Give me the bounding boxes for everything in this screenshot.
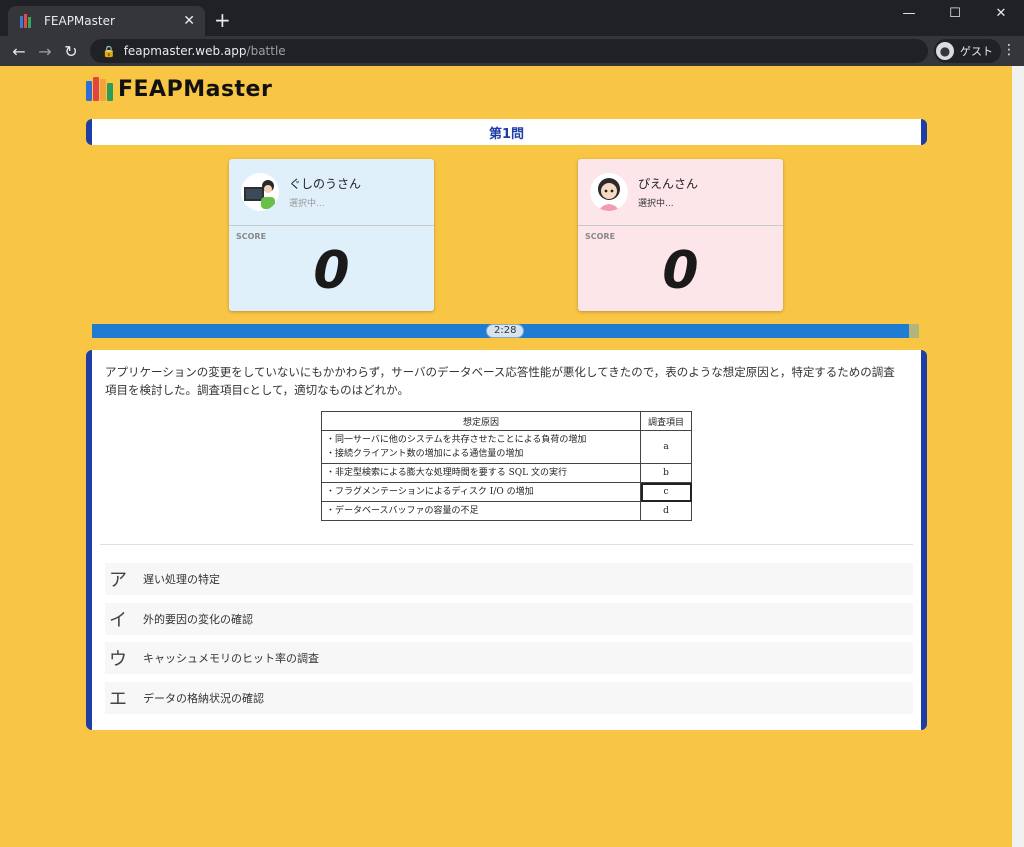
item-cell: d (640, 501, 692, 521)
table-header: 調査項目 (640, 411, 692, 431)
item-cell: b (640, 463, 692, 483)
question-text: アプリケーションの変更をしていないにもかかわらず，サーバのデータベース応答性能が… (105, 365, 895, 397)
browser-chrome: FEAPMaster ✕ + — ☐ ✕ ← → ↻ 🔒 feapmaster.… (0, 0, 1024, 66)
score-label: SCORE (585, 232, 616, 241)
favicon-icon (20, 14, 34, 28)
cause-cell: ・非定型検索による膨大な処理時間を要する SQL 文の実行 (321, 463, 641, 483)
choice-text: データの格納状況の確認 (143, 692, 264, 705)
choice-letter: ア (109, 570, 127, 591)
item-cell: a (640, 430, 692, 464)
timer-text: 2:28 (486, 324, 525, 338)
item-cell-highlighted: c (640, 482, 692, 502)
lock-icon: 🔒 (102, 44, 116, 58)
table-row: ・同一サーバに他のシステムを共存させたことによる負荷の増加 ・接続クライアント数… (321, 430, 692, 464)
timer-bar: 2:28 (92, 324, 919, 338)
browser-tab[interactable]: FEAPMaster ✕ (8, 6, 205, 36)
answer-choice-a[interactable]: ア 遅い処理の特定 (105, 563, 913, 595)
cause-table: 想定原因 調査項目 ・同一サーバに他のシステムを共存させたことによる負荷の増加 … (321, 411, 692, 521)
table-row: ・データベースバッファの容量の不足 d (321, 501, 692, 521)
table-header: 想定原因 (321, 411, 641, 431)
reload-icon[interactable]: ↻ (58, 42, 84, 61)
profile-button[interactable]: ● ゲスト (934, 39, 1001, 63)
back-icon[interactable]: ← (6, 42, 32, 61)
player-card: ぐしのうさん 選択中... SCORE 0 (229, 159, 434, 311)
window-controls: — ☐ ✕ (886, 0, 1024, 26)
browser-toolbar: ← → ↻ 🔒 feapmaster.web.app/battle ● ゲスト … (0, 36, 1024, 66)
question-number: 第1問 (488, 126, 525, 142)
scrollbar[interactable] (1012, 66, 1024, 847)
answer-choice-e[interactable]: エ データの格納状況の確認 (105, 682, 913, 714)
maximize-icon[interactable]: ☐ (932, 0, 978, 26)
player-status: 選択中... (289, 199, 325, 209)
avatar (241, 173, 279, 211)
player-info: ぴえんさん 選択中... (578, 159, 783, 226)
opponent-card: ぴえんさん 選択中... SCORE 0 (578, 159, 783, 311)
profile-avatar-icon: ● (936, 42, 954, 60)
tab-strip: FEAPMaster ✕ + — ☐ ✕ (0, 0, 1024, 36)
player-status: 選択中... (638, 199, 674, 209)
table-row: ・非定型検索による膨大な処理時間を要する SQL 文の実行 b (321, 463, 692, 483)
choice-text: 遅い処理の特定 (143, 573, 220, 586)
answer-choice-u[interactable]: ウ キャッシュメモリのヒット率の調査 (105, 642, 913, 674)
choice-letter: エ (109, 689, 127, 710)
player-score: 0 (313, 241, 350, 301)
logo-text: FEAPMaster (118, 76, 273, 102)
minimize-icon[interactable]: — (886, 0, 932, 26)
answer-choice-i[interactable]: イ 外的要因の変化の確認 (105, 603, 913, 635)
choice-text: キャッシュメモリのヒット率の調査 (143, 652, 319, 665)
choice-letter: イ (109, 610, 127, 631)
url-text: feapmaster.web.app/battle (123, 44, 286, 58)
app-logo[interactable]: FEAPMaster (86, 76, 272, 102)
cause-cell: ・データベースバッファの容量の不足 (321, 501, 641, 521)
divider (100, 544, 913, 545)
choice-text: 外的要因の変化の確認 (143, 613, 253, 626)
forward-icon[interactable]: → (32, 42, 58, 61)
avatar (590, 173, 628, 211)
kebab-menu-icon[interactable]: ⋮ (1002, 42, 1016, 58)
player-score: 0 (662, 241, 699, 301)
close-window-icon[interactable]: ✕ (978, 0, 1024, 26)
player-name: ぴえんさん (638, 177, 699, 191)
address-bar[interactable]: 🔒 feapmaster.web.app/battle (90, 39, 928, 63)
player-name: ぐしのうさん (289, 177, 362, 191)
new-tab-icon[interactable]: + (214, 8, 231, 32)
cause-cell: ・フラグメンテーションによるディスク I/O の増加 (321, 482, 641, 502)
question-header: 第1問 (86, 119, 927, 145)
tab-close-icon[interactable]: ✕ (183, 13, 195, 29)
profile-label: ゲスト (960, 45, 993, 58)
score-label: SCORE (236, 232, 267, 241)
player-info: ぐしのうさん 選択中... (229, 159, 434, 226)
question-panel: アプリケーションの変更をしていないにもかかわらず，サーバのデータベース応答性能が… (86, 350, 927, 730)
table-row: ・フラグメンテーションによるディスク I/O の増加 c (321, 482, 692, 502)
page-content: FEAPMaster 第1問 ぐしのうさん 選択中... SCORE 0 ぴえん… (0, 66, 1012, 847)
cause-cell: ・同一サーバに他のシステムを共存させたことによる負荷の増加 ・接続クライアント数… (321, 430, 641, 464)
books-icon (86, 77, 114, 101)
tab-title: FEAPMaster (44, 14, 115, 28)
choice-letter: ウ (109, 649, 127, 670)
